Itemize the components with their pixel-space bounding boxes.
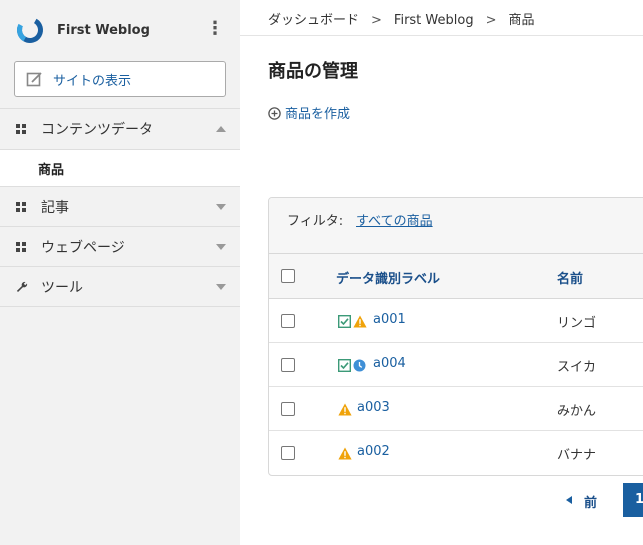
row-checkbox[interactable]: [281, 358, 295, 372]
sidebar-item-webpages[interactable]: ウェブページ: [0, 226, 240, 266]
site-name[interactable]: First Weblog: [57, 23, 150, 38]
table-row: a003 みかん: [269, 387, 643, 431]
listing-panel: フィルタ: すべての商品 データ識別ラベル 名前 a001 リンゴ a004 ス…: [268, 197, 643, 476]
page-number-label: 1: [635, 492, 643, 507]
warning-icon: [338, 403, 352, 416]
column-header-name[interactable]: 名前: [557, 268, 583, 287]
grid-icon: [16, 242, 26, 252]
sidebar-subitem-label: 商品: [38, 163, 65, 178]
sidebar-item-label: コンテンツデータ: [41, 122, 153, 138]
site-logo-icon[interactable]: [14, 14, 46, 46]
grid-icon: [16, 202, 26, 212]
sidebar-item-label: 記事: [41, 200, 69, 216]
create-product-label: 商品を作成: [285, 107, 351, 122]
published-icon: [338, 359, 351, 372]
row-label-link[interactable]: a002: [357, 444, 390, 459]
breadcrumb-separator-icon: >: [371, 13, 382, 28]
table-row: a002 バナナ: [269, 431, 643, 475]
breadcrumb-dashboard[interactable]: ダッシュボード: [268, 13, 359, 28]
prev-page-label: 前: [584, 496, 598, 511]
select-all-checkbox[interactable]: [281, 269, 295, 283]
row-checkbox[interactable]: [281, 446, 295, 460]
filter-label: フィルタ:: [287, 214, 344, 229]
wrench-icon: [16, 281, 28, 292]
breadcrumb-separator-icon: >: [485, 13, 497, 28]
external-edit-icon: [26, 72, 42, 87]
plus-circle-icon: [268, 107, 281, 120]
row-name: スイカ: [557, 360, 597, 375]
prev-page-button[interactable]: 前: [560, 483, 610, 517]
table-row: a001 リンゴ: [269, 299, 643, 343]
view-site-label: サイトの表示: [53, 74, 132, 89]
status-icons: [338, 315, 369, 328]
column-header-label[interactable]: データ識別ラベル: [336, 268, 440, 287]
breadcrumb-site[interactable]: First Weblog: [394, 13, 474, 28]
divider: [240, 35, 643, 36]
brand: First Weblog ⋮: [14, 14, 226, 48]
status-icons: [338, 359, 368, 372]
filter-bar: フィルタ: すべての商品: [269, 198, 643, 254]
sidebar: First Weblog ⋮ サイトの表示 コンテンツデータ 商品 記事 ウェブ…: [0, 0, 240, 545]
table-row: a004 スイカ: [269, 343, 643, 387]
grid-icon: [16, 124, 26, 134]
sidebar-item-label: ツール: [41, 280, 83, 296]
scheduled-icon: [353, 359, 366, 372]
row-label-link[interactable]: a003: [357, 400, 390, 415]
chevron-down-icon[interactable]: [216, 204, 226, 210]
table-header: データ識別ラベル 名前: [269, 254, 643, 299]
filter-select-link[interactable]: すべての商品: [356, 210, 433, 229]
row-label-link[interactable]: a001: [373, 312, 406, 327]
breadcrumb: ダッシュボード > First Weblog > 商品: [268, 9, 535, 28]
breadcrumb-current: 商品: [508, 13, 535, 28]
sidebar-item-content-data[interactable]: コンテンツデータ: [0, 108, 240, 148]
sidebar-item-label: ウェブページ: [41, 240, 125, 256]
more-menu-icon[interactable]: ⋮: [206, 18, 224, 40]
status-icons: [338, 403, 354, 416]
page-number-current[interactable]: 1: [623, 483, 643, 517]
row-label-link[interactable]: a004: [373, 356, 406, 371]
create-product-link[interactable]: 商品を作成: [268, 103, 350, 122]
sidebar-item-entries[interactable]: 記事: [0, 186, 240, 226]
divider: [0, 306, 240, 307]
chevron-down-icon[interactable]: [216, 284, 226, 290]
view-site-button[interactable]: サイトの表示: [14, 61, 226, 97]
row-name: リンゴ: [557, 316, 597, 331]
row-checkbox[interactable]: [281, 314, 295, 328]
row-name: バナナ: [557, 448, 597, 463]
row-name: みかん: [557, 404, 597, 419]
sidebar-subitem-products[interactable]: 商品: [0, 149, 240, 186]
sidebar-item-tools[interactable]: ツール: [0, 266, 240, 306]
page-title: 商品の管理: [268, 61, 358, 82]
status-icons: [338, 447, 354, 460]
warning-icon: [353, 315, 367, 328]
chevron-down-icon[interactable]: [216, 244, 226, 250]
warning-icon: [338, 447, 352, 460]
published-icon: [338, 315, 351, 328]
chevron-left-icon: [566, 496, 572, 504]
chevron-up-icon[interactable]: [216, 126, 226, 132]
row-checkbox[interactable]: [281, 402, 295, 416]
